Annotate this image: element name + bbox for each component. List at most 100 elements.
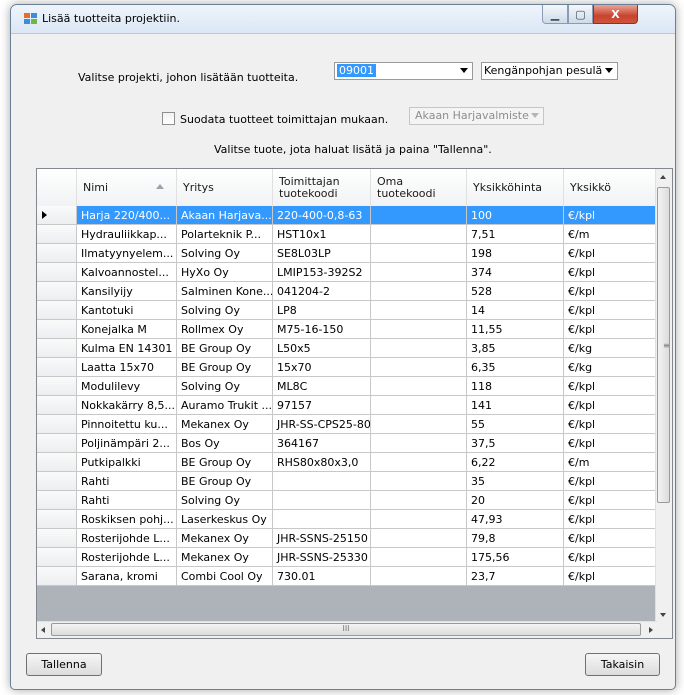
cell-yritys[interactable]: BE Group Oy bbox=[177, 358, 273, 377]
row-header[interactable] bbox=[37, 567, 77, 586]
cell-yritys[interactable]: BE Group Oy bbox=[177, 472, 273, 491]
cell-yksikkohinta[interactable]: 6,22 bbox=[467, 453, 564, 472]
title-bar[interactable]: Lisää tuotteita projektiin. ▁ ▢ X bbox=[11, 5, 675, 34]
cell-yksikko[interactable]: €/kpl bbox=[564, 282, 657, 301]
cell-nimi[interactable]: Putkipalkki bbox=[77, 453, 177, 472]
project-number-combo[interactable]: 09001 bbox=[334, 62, 473, 80]
table-row[interactable]: Hydrauliikkap... Polarteknik P... HST10x1 7… bbox=[37, 225, 657, 244]
cell-yksikkohinta[interactable]: 7,51 bbox=[467, 225, 564, 244]
cell-oma-tuotekoodi[interactable] bbox=[371, 206, 467, 225]
cell-nimi[interactable]: Kalvoannostel... bbox=[77, 263, 177, 282]
cell-yksikkohinta[interactable]: 374 bbox=[467, 263, 564, 282]
cell-yritys[interactable]: HyXo Oy bbox=[177, 263, 273, 282]
cell-yksikko[interactable]: €/kpl bbox=[564, 244, 657, 263]
cell-oma-tuotekoodi[interactable] bbox=[371, 529, 467, 548]
back-button[interactable]: Takaisin bbox=[585, 653, 660, 676]
cell-yritys[interactable]: BE Group Oy bbox=[177, 453, 273, 472]
cell-yksikko[interactable]: €/kpl bbox=[564, 434, 657, 453]
cell-yritys[interactable]: Akaan Harjava... bbox=[177, 206, 273, 225]
cell-nimi[interactable]: Roskiksen pohj... bbox=[77, 510, 177, 529]
cell-toimittajan-tuotekoodi[interactable]: LMIP153-392S2 bbox=[273, 263, 371, 282]
cell-oma-tuotekoodi[interactable] bbox=[371, 453, 467, 472]
cell-yritys[interactable]: Solving Oy bbox=[177, 377, 273, 396]
row-header[interactable] bbox=[37, 491, 77, 510]
row-header[interactable] bbox=[37, 339, 77, 358]
column-header-nimi[interactable]: Nimi bbox=[77, 169, 177, 206]
cell-oma-tuotekoodi[interactable] bbox=[371, 301, 467, 320]
cell-toimittajan-tuotekoodi[interactable]: L50x5 bbox=[273, 339, 371, 358]
cell-nimi[interactable]: Nokkakärry 8,5... bbox=[77, 396, 177, 415]
cell-toimittajan-tuotekoodi[interactable] bbox=[273, 491, 371, 510]
close-button[interactable]: X bbox=[593, 5, 638, 24]
cell-yritys[interactable]: Rollmex Oy bbox=[177, 320, 273, 339]
cell-yksikkohinta[interactable]: 528 bbox=[467, 282, 564, 301]
cell-yksikkohinta[interactable]: 23,7 bbox=[467, 567, 564, 586]
cell-nimi[interactable]: Harja 220/400... bbox=[77, 206, 177, 225]
table-row[interactable]: Rosterijohde L... Mekanex Oy JHR-SSNS-2533… bbox=[37, 548, 657, 567]
cell-nimi[interactable]: Kantotuki bbox=[77, 301, 177, 320]
cell-nimi[interactable]: Rosterijohde L... bbox=[77, 529, 177, 548]
scroll-left-icon[interactable] bbox=[41, 627, 45, 633]
cell-yritys[interactable]: Solving Oy bbox=[177, 244, 273, 263]
cell-oma-tuotekoodi[interactable] bbox=[371, 339, 467, 358]
column-header-yksikkohinta[interactable]: Yksikköhinta bbox=[467, 169, 564, 206]
table-row[interactable]: Roskiksen pohj... Laserkeskus Oy 47,93 €/kp… bbox=[37, 510, 657, 529]
cell-toimittajan-tuotekoodi[interactable]: RHS80x80x3,0 bbox=[273, 453, 371, 472]
supplier-combo[interactable]: Akaan Harjavalmiste bbox=[409, 107, 544, 125]
row-header[interactable] bbox=[37, 529, 77, 548]
cell-toimittajan-tuotekoodi[interactable]: 220-400-0,8-63 bbox=[273, 206, 371, 225]
scroll-right-icon[interactable] bbox=[649, 627, 653, 633]
cell-oma-tuotekoodi[interactable] bbox=[371, 263, 467, 282]
horizontal-scrollbar[interactable]: III bbox=[37, 621, 657, 638]
cell-oma-tuotekoodi[interactable] bbox=[371, 244, 467, 263]
cell-nimi[interactable]: Hydrauliikkap... bbox=[77, 225, 177, 244]
cell-yksikko[interactable]: €/kpl bbox=[564, 548, 657, 567]
row-header[interactable] bbox=[37, 244, 77, 263]
cell-yritys[interactable]: Combi Cool Oy bbox=[177, 567, 273, 586]
cell-toimittajan-tuotekoodi[interactable]: SE8L03LP bbox=[273, 244, 371, 263]
cell-yksikko[interactable]: €/kpl bbox=[564, 415, 657, 434]
save-button[interactable]: Tallenna bbox=[26, 653, 102, 676]
row-header[interactable] bbox=[37, 320, 77, 339]
cell-yksikkohinta[interactable]: 175,56 bbox=[467, 548, 564, 567]
cell-oma-tuotekoodi[interactable] bbox=[371, 491, 467, 510]
cell-toimittajan-tuotekoodi[interactable] bbox=[273, 472, 371, 491]
cell-nimi[interactable]: Pinnoitettu ku... bbox=[77, 415, 177, 434]
cell-nimi[interactable]: Sarana, kromi bbox=[77, 567, 177, 586]
row-header[interactable] bbox=[37, 301, 77, 320]
cell-nimi[interactable]: Laatta 15x70 bbox=[77, 358, 177, 377]
cell-yksikko[interactable]: €/kpl bbox=[564, 510, 657, 529]
vertical-scroll-thumb[interactable]: ≡ bbox=[657, 187, 670, 503]
row-header[interactable] bbox=[37, 548, 77, 567]
cell-yksikko[interactable]: €/kpl bbox=[564, 567, 657, 586]
cell-yksikko[interactable]: €/kpl bbox=[564, 529, 657, 548]
cell-yksikkohinta[interactable]: 14 bbox=[467, 301, 564, 320]
cell-toimittajan-tuotekoodi[interactable]: JHR-SSNS-25330 bbox=[273, 548, 371, 567]
cell-nimi[interactable]: Rosterijohde L... bbox=[77, 548, 177, 567]
cell-toimittajan-tuotekoodi[interactable]: 041204-2 bbox=[273, 282, 371, 301]
cell-oma-tuotekoodi[interactable] bbox=[371, 472, 467, 491]
table-row[interactable]: Modulilevy Solving Oy ML8C 118 €/kpl bbox=[37, 377, 657, 396]
maximize-button[interactable]: ▢ bbox=[568, 5, 593, 24]
table-row[interactable]: Kansilyijy Salminen Kone... 041204-2 528 €/k… bbox=[37, 282, 657, 301]
cell-yritys[interactable]: Bos Oy bbox=[177, 434, 273, 453]
cell-oma-tuotekoodi[interactable] bbox=[371, 282, 467, 301]
cell-yritys[interactable]: Mekanex Oy bbox=[177, 529, 273, 548]
row-header[interactable] bbox=[37, 434, 77, 453]
cell-oma-tuotekoodi[interactable] bbox=[371, 396, 467, 415]
horizontal-scroll-thumb[interactable]: III bbox=[51, 623, 641, 636]
cell-toimittajan-tuotekoodi[interactable]: LP8 bbox=[273, 301, 371, 320]
column-header-yritys[interactable]: Yritys bbox=[177, 169, 273, 206]
table-row[interactable]: Kalvoannostel... HyXo Oy LMIP153-392S2 374 €… bbox=[37, 263, 657, 282]
row-header[interactable] bbox=[37, 453, 77, 472]
cell-yksikkohinta[interactable]: 100 bbox=[467, 206, 564, 225]
scroll-up-icon[interactable] bbox=[660, 175, 666, 179]
cell-toimittajan-tuotekoodi[interactable]: 364167 bbox=[273, 434, 371, 453]
cell-yksikko[interactable]: €/kpl bbox=[564, 320, 657, 339]
cell-yksikko[interactable]: €/kpl bbox=[564, 263, 657, 282]
project-name-combo[interactable]: Kengänpohjan pesulä bbox=[481, 62, 618, 80]
cell-yritys[interactable]: Salminen Kone... bbox=[177, 282, 273, 301]
row-header[interactable] bbox=[37, 472, 77, 491]
cell-yritys[interactable]: Solving Oy bbox=[177, 491, 273, 510]
cell-yritys[interactable]: Mekanex Oy bbox=[177, 415, 273, 434]
